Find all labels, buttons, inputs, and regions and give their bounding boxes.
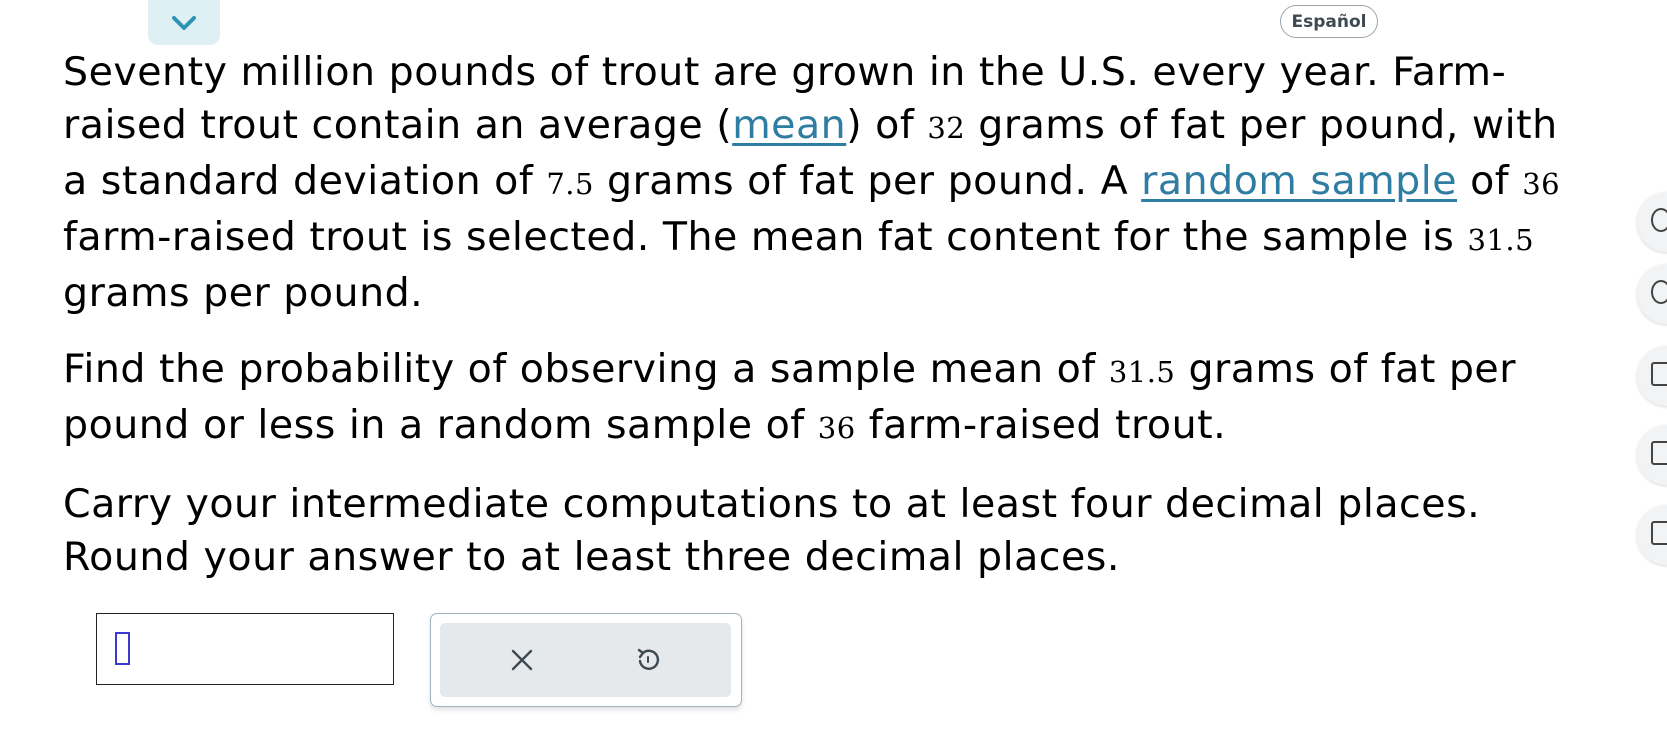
answer-input[interactable] [96, 613, 394, 685]
input-caret [115, 632, 130, 665]
textbook-button[interactable] [1637, 425, 1667, 485]
problem-paragraph-2: Find the probability of observing a samp… [63, 346, 1516, 448]
calculator-icon [1651, 362, 1667, 386]
sample-size-value: 36 [817, 411, 856, 445]
random-sample-link[interactable]: random sample [1141, 158, 1457, 204]
collapse-button[interactable] [148, 0, 220, 45]
answer-tools-panel [430, 613, 742, 707]
mean-link[interactable]: mean [732, 102, 846, 148]
sample-mean-value: 31.5 [1108, 355, 1176, 389]
clear-button[interactable] [504, 642, 540, 678]
language-toggle-button[interactable]: Español [1280, 5, 1378, 38]
mean-value: 32 [927, 111, 966, 145]
sample-mean-value: 31.5 [1467, 223, 1535, 257]
answer-tools-bar [440, 623, 731, 697]
problem-statement: Seventy million pounds of trout are grow… [63, 46, 1563, 607]
sample-size-value: 36 [1522, 167, 1561, 201]
standard-deviation-value: 7.5 [546, 167, 594, 201]
email-button[interactable] [1637, 505, 1667, 565]
calculator-button[interactable] [1637, 346, 1667, 406]
help-button[interactable] [1637, 192, 1667, 252]
textbook-icon [1651, 441, 1667, 465]
chevron-down-icon [172, 15, 196, 30]
undo-icon [637, 648, 660, 670]
close-icon [511, 649, 533, 671]
chat-icon [1651, 280, 1667, 304]
email-icon [1651, 521, 1667, 545]
chat-button[interactable] [1637, 264, 1667, 324]
undo-button[interactable] [630, 642, 666, 678]
problem-instructions: Carry your intermediate computations to … [63, 481, 1481, 580]
help-icon [1651, 208, 1667, 232]
problem-paragraph-1: Seventy million pounds of trout are grow… [63, 49, 1561, 316]
